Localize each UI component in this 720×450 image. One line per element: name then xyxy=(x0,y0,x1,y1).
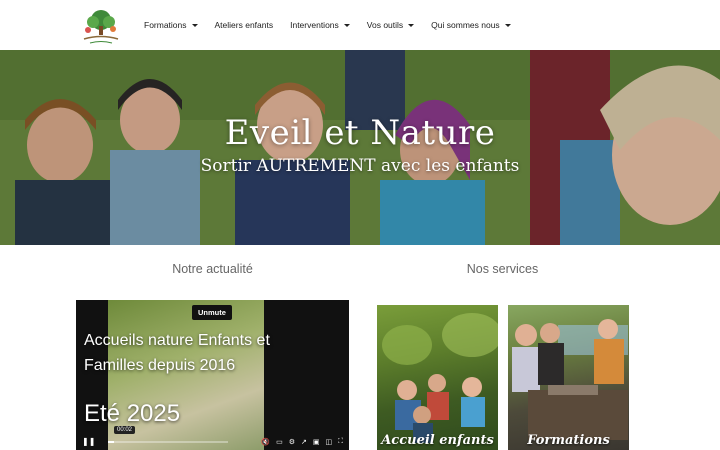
nav-item-label: Interventions xyxy=(290,20,339,30)
fullscreen-icon[interactable]: ⛶ xyxy=(338,438,343,446)
video-caption-line2: Familles depuis 2016 xyxy=(84,357,236,374)
captions-icon[interactable]: ▭ xyxy=(276,438,283,446)
service-card-label: Formations xyxy=(527,433,610,448)
nav-item-label: Qui sommes nous xyxy=(431,20,500,30)
service-card-photo xyxy=(382,313,498,443)
news-heading: Notre actualité xyxy=(172,262,253,276)
site-logo[interactable] xyxy=(80,6,122,46)
hero-subtitle: Sortir AUTREMENT avec les enfants xyxy=(200,156,520,176)
nav-item-label: Formations xyxy=(144,20,187,30)
nav-item-formations[interactable]: Formations xyxy=(144,20,198,30)
nav-item-ateliers-enfants[interactable]: Ateliers enfants xyxy=(215,20,274,30)
hero-title: Eveil et Nature xyxy=(224,113,496,153)
caret-down-icon xyxy=(343,24,350,27)
nav-item-label: Ateliers enfants xyxy=(214,20,274,30)
nav-item-qui-sommes-nous[interactable]: Qui sommes nous xyxy=(431,20,511,30)
settings-gear-icon[interactable]: ⚙ xyxy=(289,438,295,446)
site-header: Formations Ateliers enfants Intervention… xyxy=(0,0,720,50)
main-nav: Formations Ateliers enfants Intervention… xyxy=(144,0,528,50)
service-card-formations[interactable]: Formations xyxy=(508,305,629,450)
caret-down-icon xyxy=(408,24,415,27)
caret-down-icon xyxy=(504,24,511,27)
service-card-accueil-enfants[interactable]: Accueil enfants xyxy=(377,305,498,450)
nav-item-interventions[interactable]: Interventions xyxy=(290,20,350,30)
video-controls: ❚❚ 🔇 ▭ ⚙ ↗ ▣ ◫ ⛶ xyxy=(76,434,349,450)
caret-down-icon xyxy=(191,24,198,27)
video-caption-big: Eté 2025 xyxy=(84,400,181,427)
video-progress-bar[interactable] xyxy=(108,441,229,443)
video-time-tooltip: 00:02 xyxy=(114,426,136,434)
news-video-player[interactable]: Unmute Accueils nature Enfants et Famill… xyxy=(76,300,349,450)
video-caption-line1: Accueils nature Enfants et xyxy=(84,332,270,349)
unmute-button[interactable]: Unmute xyxy=(192,305,232,320)
services-heading: Nos services xyxy=(466,262,539,276)
hero-banner: Eveil et Nature Sortir AUTREMENT avec le… xyxy=(0,50,720,245)
cast-icon[interactable]: ◫ xyxy=(325,438,332,446)
video-progress-fill xyxy=(108,441,115,443)
nav-item-label: Vos outils xyxy=(366,20,404,30)
nav-item-vos-outils[interactable]: Vos outils xyxy=(366,20,415,30)
miniplayer-icon[interactable]: ▣ xyxy=(313,438,320,446)
service-card-label: Accueil enfants xyxy=(381,433,494,448)
pause-icon[interactable]: ❚❚ xyxy=(82,438,95,446)
mute-icon[interactable]: 🔇 xyxy=(261,438,270,446)
service-card-photo xyxy=(512,319,628,440)
share-icon[interactable]: ↗ xyxy=(301,438,307,446)
